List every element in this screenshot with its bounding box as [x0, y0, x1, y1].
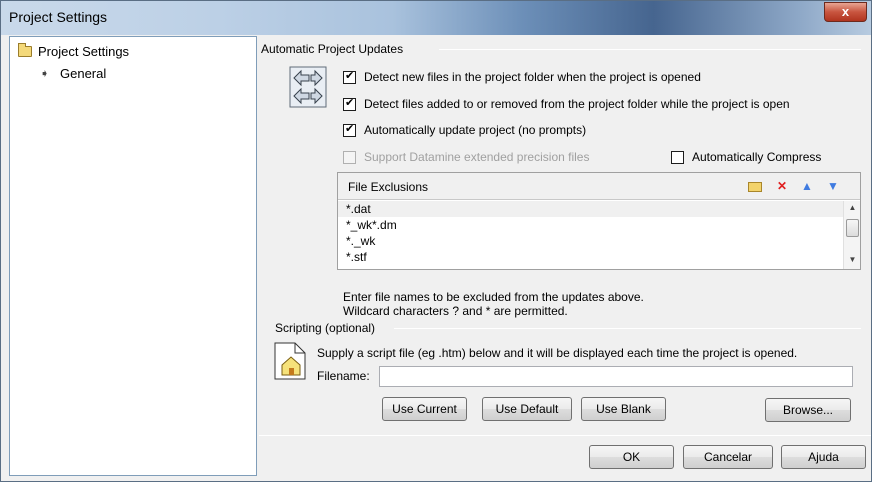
vertical-scrollbar[interactable]: ▲ ▼ — [843, 201, 860, 269]
delete-icon[interactable]: ✕ — [775, 179, 789, 193]
move-down-icon[interactable]: ▼ — [826, 179, 840, 193]
option-auto-update[interactable]: Automatically update project (no prompts… — [343, 122, 587, 137]
tree-item-general[interactable]: ➧ General — [40, 66, 106, 81]
option-label: Automatically Compress — [692, 150, 822, 164]
settings-tree: Project Settings ➧ General — [9, 36, 257, 476]
new-folder-icon[interactable] — [748, 182, 762, 192]
detect-added-removed-checkbox[interactable] — [343, 96, 356, 111]
settings-panel: Automatic Project Updates Detect new fil… — [259, 36, 871, 434]
folder-icon — [18, 43, 32, 57]
use-default-button[interactable]: Use Default — [482, 397, 572, 421]
scroll-down-icon[interactable]: ▼ — [844, 253, 861, 267]
auto-compress-checkbox[interactable] — [671, 150, 684, 164]
tree-item-project-settings[interactable]: Project Settings — [18, 43, 130, 59]
list-item[interactable]: *.dat — [338, 201, 843, 217]
auto-update-checkbox[interactable] — [343, 122, 356, 137]
sync-arrows-icon — [289, 66, 327, 108]
file-exclusions-title: File Exclusions — [348, 180, 429, 194]
file-exclusions-toolbar: File Exclusions ✕ ▲ ▼ — [338, 173, 860, 200]
script-file-icon — [274, 342, 306, 380]
window-title: Project Settings — [9, 9, 108, 25]
cancel-button[interactable]: Cancelar — [683, 445, 773, 469]
option-label: Automatically update project (no prompts… — [364, 123, 587, 137]
use-current-button[interactable]: Use Current — [382, 397, 467, 421]
arrow-right-icon: ➧ — [40, 68, 50, 80]
file-exclusions-panel: File Exclusions ✕ ▲ ▼ *.dat *_wk*.dm *._… — [337, 172, 861, 270]
filename-input[interactable] — [379, 366, 853, 387]
option-auto-compress[interactable]: Automatically Compress — [671, 150, 821, 164]
scroll-up-icon[interactable]: ▲ — [844, 201, 861, 215]
tree-item-label: Project Settings — [38, 44, 130, 59]
auto-updates-group-label: Automatic Project Updates — [261, 42, 412, 56]
exclusions-help-line-2: Wildcard characters ? and * are permitte… — [343, 304, 568, 318]
browse-button[interactable]: Browse... — [765, 398, 851, 422]
option-label: Detect new files in the project folder w… — [364, 70, 701, 84]
help-button[interactable]: Ajuda — [781, 445, 866, 469]
list-item[interactable]: *_wk*.dm — [338, 217, 843, 233]
ok-button[interactable]: OK — [589, 445, 674, 469]
title-bar[interactable]: Project Settings x — [1, 1, 871, 35]
extended-precision-checkbox[interactable] — [343, 150, 356, 164]
option-detect-added-removed[interactable]: Detect files added to or removed from th… — [343, 96, 790, 111]
detect-new-files-checkbox[interactable] — [343, 69, 356, 84]
close-button[interactable]: x — [824, 2, 867, 22]
scripting-group-label: Scripting (optional) — [275, 321, 384, 335]
file-exclusions-list[interactable]: *.dat *_wk*.dm *._wk *.stf — [338, 201, 843, 269]
option-detect-new-files[interactable]: Detect new files in the project folder w… — [343, 69, 701, 84]
move-up-icon[interactable]: ▲ — [800, 179, 814, 193]
project-settings-dialog: Project Settings x Project Settings ➧ Ge… — [0, 0, 872, 482]
group-divider — [439, 49, 861, 50]
exclusions-help-line-1: Enter file names to be excluded from the… — [343, 290, 644, 304]
footer-divider — [259, 435, 871, 436]
use-blank-button[interactable]: Use Blank — [581, 397, 666, 421]
list-item[interactable]: *._wk — [338, 233, 843, 249]
list-item[interactable]: *.stf — [338, 249, 843, 265]
filename-label: Filename: — [317, 369, 370, 383]
group-divider — [394, 328, 861, 329]
scroll-thumb[interactable] — [846, 219, 859, 237]
tree-item-label: General — [60, 66, 107, 81]
option-label: Detect files added to or removed from th… — [364, 97, 790, 111]
option-label: Support Datamine extended precision file… — [364, 150, 590, 164]
option-extended-precision[interactable]: Support Datamine extended precision file… — [343, 150, 589, 164]
scripting-description: Supply a script file (eg .htm) below and… — [317, 346, 798, 360]
